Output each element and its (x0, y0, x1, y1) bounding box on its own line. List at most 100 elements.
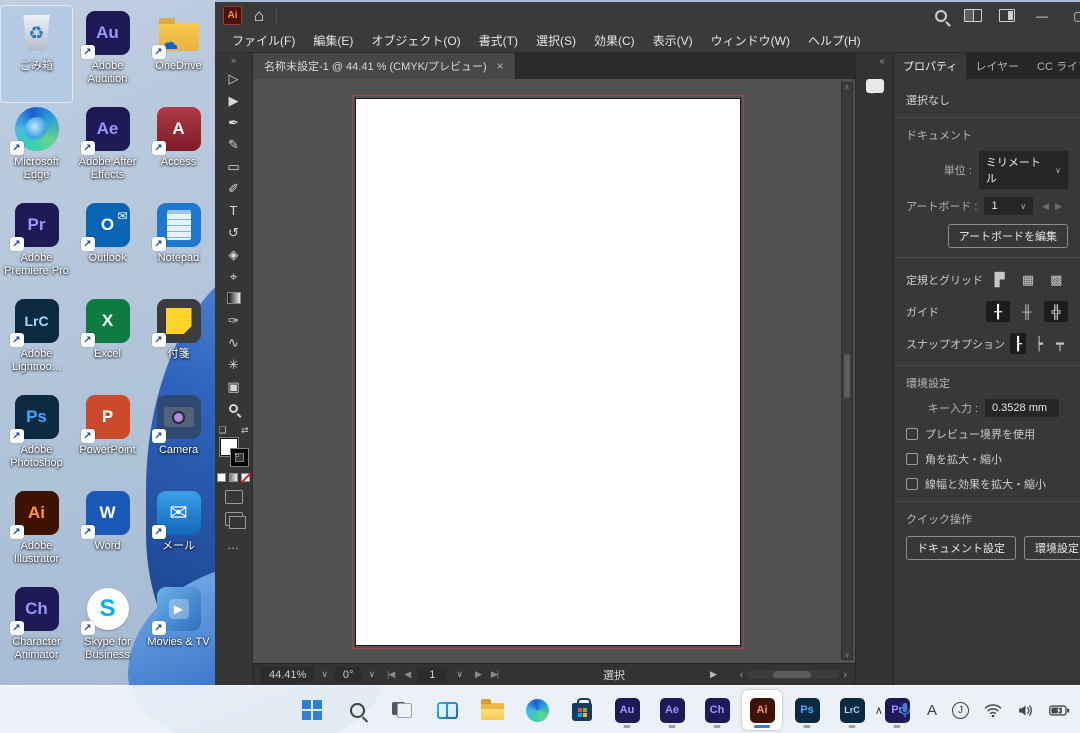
direct-selection-tool[interactable]: ▶ (217, 89, 251, 111)
artboard-tool[interactable]: ▣ (217, 375, 251, 397)
toolbar-expand-icon[interactable]: » (231, 53, 236, 67)
paintbrush-tool[interactable]: ✐ (217, 177, 251, 199)
taskbar-illustrator-button[interactable]: Ai (742, 690, 782, 730)
desktop-icon-word[interactable]: W ↗ Word (72, 486, 143, 582)
drawing-modes-button[interactable] (225, 490, 243, 504)
wifi-icon[interactable] (984, 703, 1002, 718)
color-chip[interactable] (217, 473, 226, 482)
scroll-up-icon[interactable]: ∧ (844, 83, 849, 91)
search-icon[interactable] (935, 10, 947, 22)
next-artboard-icon[interactable]: ▶ (470, 669, 486, 680)
desktop-icon-skype-for-business[interactable]: S ↗ Skype for Business (72, 582, 143, 678)
blend-tool[interactable]: ∿ (217, 331, 251, 353)
start-button[interactable] (292, 690, 332, 730)
eyedropper-tool[interactable]: ✑ (217, 309, 251, 331)
zoom-dropdown-icon[interactable]: ∨ (314, 669, 335, 680)
artboard-number-field[interactable]: 1 (417, 667, 447, 683)
desktop-icon-adobe-lightroom[interactable]: LrC ↗ Adobe Lightroo... (1, 294, 72, 390)
lock-guides-icon[interactable]: ╫ (1015, 301, 1039, 322)
scroll-down-icon[interactable]: ∨ (844, 651, 849, 659)
microphone-icon[interactable] (898, 701, 912, 719)
default-fill-stroke-icon[interactable]: ❏ (219, 425, 227, 436)
workspace-switcher-icon[interactable] (964, 9, 982, 22)
home-icon[interactable]: ⌂ (254, 7, 264, 24)
eraser-tool[interactable]: ◈ (217, 243, 251, 265)
show-rulers-icon[interactable]: ▛ (988, 269, 1011, 290)
menu-window[interactable]: ウィンドウ(W) (702, 32, 799, 49)
snap-to-point-icon[interactable]: ┠ (1010, 333, 1026, 354)
symbol-sprayer-tool[interactable]: ✳ (217, 353, 251, 375)
snap-to-pixel-icon[interactable]: ┯ (1052, 333, 1068, 354)
menu-effect[interactable]: 効果(C) (585, 32, 644, 49)
zoom-level-field[interactable]: 44.41% (261, 667, 314, 683)
first-artboard-icon[interactable]: |◀ (382, 669, 399, 680)
keyboard-increment-field[interactable]: 0.3528 mm (985, 399, 1059, 417)
taskbar-search-button[interactable] (337, 690, 377, 730)
units-dropdown[interactable]: ミリメートル ∨ (979, 151, 1068, 189)
artboard-dropdown-icon[interactable]: ∨ (449, 669, 470, 680)
menu-select[interactable]: 選択(S) (527, 32, 585, 49)
next-artboard-icon[interactable]: ▶ (1055, 201, 1068, 211)
rotation-field[interactable]: 0° (335, 667, 362, 683)
desktop-icon-powerpoint[interactable]: P ↗ PowerPoint (72, 390, 143, 486)
tray-overflow-icon[interactable]: ∧ (875, 704, 883, 717)
hscroll-left-icon[interactable]: ‹ (740, 669, 744, 681)
gradient-tool[interactable] (217, 287, 251, 309)
horizontal-scrollbar-thumb[interactable] (773, 671, 811, 678)
menu-edit[interactable]: 編集(E) (304, 32, 362, 49)
swap-fill-stroke-icon[interactable]: ⇄ (241, 425, 249, 436)
preview-bounds-checkbox[interactable] (906, 428, 918, 440)
desktop-icon-notepad[interactable]: ↗ Notepad (143, 198, 214, 294)
taskbar-character-animator-button[interactable]: Ch (697, 690, 737, 730)
taskbar-lightroom-button[interactable]: LrC (832, 690, 872, 730)
shape-builder-tool[interactable]: ⌖ (217, 265, 251, 287)
edit-toolbar-icon[interactable]: … (227, 538, 240, 552)
volume-icon[interactable] (1017, 703, 1034, 718)
desktop-icon-adobe-premiere-pro[interactable]: Pr ↗ Adobe Premiere Pro (1, 198, 72, 294)
desktop-icon-mail[interactable]: ✉ ↗ メール (143, 486, 214, 582)
show-transparency-grid-icon[interactable]: ▩ (1045, 269, 1068, 290)
artboard[interactable] (355, 98, 741, 646)
horizontal-scrollbar[interactable] (747, 670, 839, 679)
status-flyout-icon[interactable]: ▶ (710, 669, 717, 680)
smart-guides-icon[interactable]: ╬ (1044, 301, 1068, 322)
screen-mode-button[interactable] (225, 512, 243, 526)
desktop-icon-adobe-illustrator[interactable]: Ai ↗ Adobe Illustrator (1, 486, 72, 582)
desktop-icon-adobe-after-effects[interactable]: Ae ↗ Adobe After Effects (72, 102, 143, 198)
edge-button[interactable] (517, 690, 557, 730)
curvature-tool[interactable]: ✎ (217, 133, 251, 155)
preferences-button[interactable]: 環境設定 (1024, 536, 1080, 560)
edit-artboards-button[interactable]: アートボードを編集 (948, 224, 1068, 248)
desktop-icon-adobe-audition[interactable]: Au ↗ Adobe Audition (72, 6, 143, 102)
document-tab[interactable]: 名称未設定-1 @ 44.41 % (CMYK/プレビュー) × (253, 53, 516, 79)
desktop-icon-recycle-bin[interactable]: ♻ ごみ箱 (1, 6, 72, 102)
stroke-color-swatch[interactable] (231, 449, 248, 466)
battery-icon[interactable] (1049, 704, 1070, 717)
menu-type[interactable]: 書式(T) (470, 32, 527, 49)
desktop-icon-outlook[interactable]: O✉ ↗ Outlook (72, 198, 143, 294)
vertical-scrollbar-thumb[interactable] (844, 354, 850, 398)
prev-artboard-icon[interactable]: ◀ (399, 669, 415, 680)
task-view-button[interactable] (382, 690, 422, 730)
tray-app-badge[interactable]: J (952, 702, 969, 719)
show-guides-icon[interactable]: ╂ (986, 301, 1010, 322)
rotation-dropdown-icon[interactable]: ∨ (361, 669, 382, 680)
menu-help[interactable]: ヘルプ(H) (799, 32, 870, 49)
none-chip[interactable] (241, 473, 250, 482)
maximize-button[interactable]: ▢ (1069, 9, 1080, 23)
zoom-tool[interactable] (217, 397, 251, 419)
minimize-button[interactable]: — (1032, 9, 1052, 23)
last-artboard-icon[interactable]: ▶| (486, 669, 503, 680)
selection-tool[interactable]: ▷ (217, 67, 251, 89)
pen-tool[interactable]: ✒ (217, 111, 251, 133)
comments-panel-icon[interactable] (866, 79, 884, 93)
taskbar-photoshop-button[interactable]: Ps (787, 690, 827, 730)
gradient-chip[interactable] (229, 473, 238, 482)
document-setup-button[interactable]: ドキュメント設定 (906, 536, 1016, 560)
microsoft-store-button[interactable] (562, 690, 602, 730)
desktop-icon-excel[interactable]: X ↗ Excel (72, 294, 143, 390)
taskbar-after-effects-button[interactable]: Ae (652, 690, 692, 730)
widgets-button[interactable] (427, 690, 467, 730)
hscroll-right-icon[interactable]: › (843, 669, 847, 681)
file-explorer-button[interactable] (472, 690, 512, 730)
